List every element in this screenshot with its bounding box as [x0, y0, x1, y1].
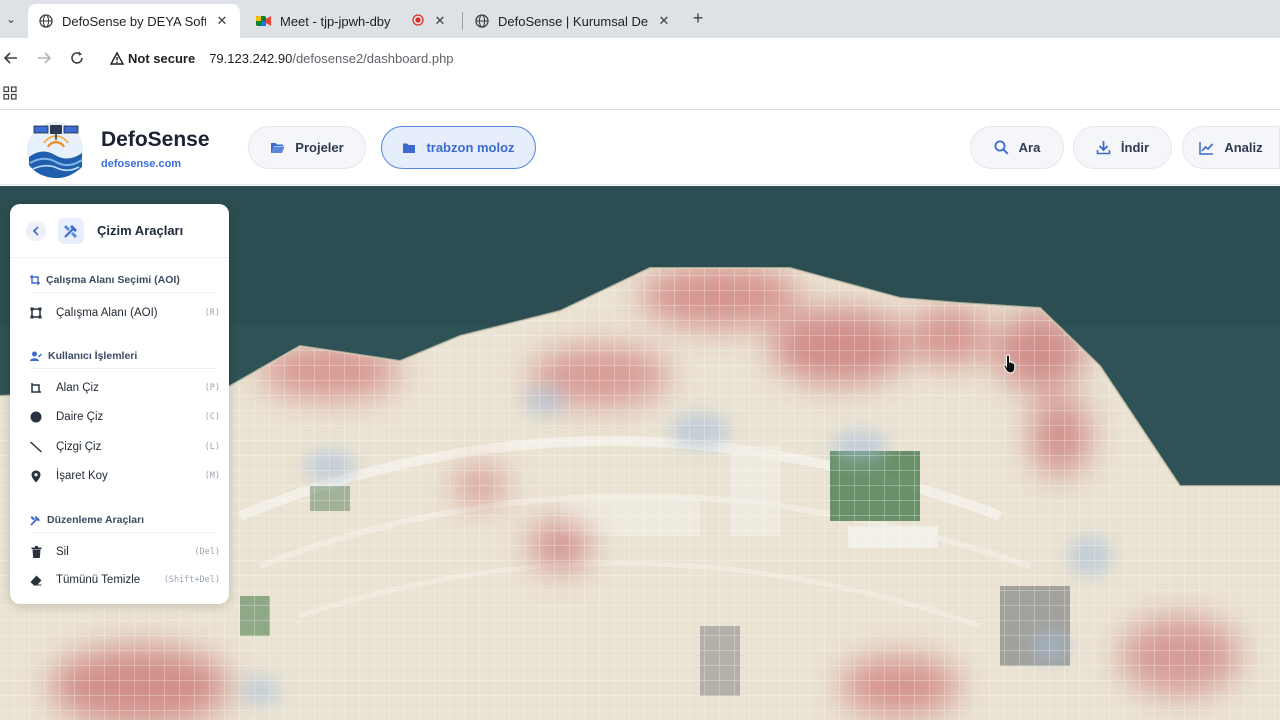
security-warning[interactable]: Not secure [110, 51, 195, 66]
recording-icon [412, 13, 424, 29]
url-path: /defosense2/dashboard.php [292, 50, 454, 66]
section-title-user: Kullanıcı İşlemleri [30, 350, 137, 362]
download-icon [1096, 141, 1111, 155]
tool-label: Daire Çiz [56, 411, 104, 423]
shortcut-key: (Shift+Del) [163, 575, 220, 585]
panel-header: Çizim Araçları [10, 204, 229, 256]
tool-draw-circle[interactable]: Daire Çiz (C) [28, 404, 220, 430]
download-label: İndir [1120, 140, 1150, 155]
tab-title: Meet - tjp-jpwh-dby [280, 13, 391, 29]
browser-tab-bar: ⌄ DefoSense by DEYA Soft ✕ Meet - tjp-jp… [0, 0, 1280, 38]
tool-label: Çalışma Alanı (AOI) [56, 307, 158, 319]
drawing-tools-icon [58, 218, 84, 244]
tool-aoi-select[interactable]: Çalışma Alanı (AOI) (R) [28, 300, 220, 326]
divider [30, 532, 216, 533]
eraser-icon [28, 572, 44, 588]
back-arrow-icon[interactable] [0, 47, 22, 69]
shortcut-key: (L) [204, 442, 220, 452]
folder-icon [403, 143, 416, 153]
shortcut-key: (Del) [194, 547, 220, 557]
shortcut-key: (C) [204, 412, 220, 422]
projects-label: Projeler [295, 140, 344, 155]
reload-icon[interactable] [66, 47, 88, 69]
tab-title: DefoSense by DEYA Soft [62, 13, 206, 29]
panel-title: Çizim Araçları [97, 223, 184, 238]
shortcut-key: (M) [204, 471, 220, 481]
close-icon[interactable]: ✕ [432, 13, 448, 29]
url-host: 79.123.242.90 [209, 50, 293, 66]
warning-icon [110, 51, 124, 65]
tab-separator [462, 12, 463, 30]
tab-title: DefoSense | Kurumsal De [498, 13, 648, 29]
address-bar[interactable]: Not secure 79.123.242.90/defosense2/dash… [100, 42, 1280, 74]
tool-label: Sil [56, 546, 69, 558]
shortcut-key: (R) [204, 308, 220, 318]
brand-url[interactable]: defosense.com [101, 158, 181, 170]
crop-icon [30, 275, 40, 285]
tool-label: Tümünü Temizle [56, 574, 141, 586]
tool-clear-all[interactable]: Tümünü Temizle (Shift+Del) [28, 567, 220, 593]
line-icon [28, 439, 44, 455]
current-project-button[interactable]: trabzon moloz [381, 126, 536, 169]
analysis-button[interactable]: Analiz [1182, 126, 1280, 169]
browser-toolbar: Not secure 79.123.242.90/defosense2/dash… [0, 38, 1280, 78]
tool-place-marker[interactable]: İşaret Koy (M) [28, 463, 220, 489]
download-button[interactable]: İndir [1073, 126, 1172, 169]
chart-line-icon [1199, 141, 1214, 155]
trash-icon [28, 544, 44, 560]
tool-draw-polygon[interactable]: Alan Çiz (P) [28, 375, 220, 401]
new-tab-plus-icon[interactable]: + [688, 8, 708, 28]
tool-label: İşaret Koy [56, 470, 108, 482]
polygon-icon [28, 380, 44, 396]
forward-arrow-icon[interactable] [33, 47, 55, 69]
brand-name: DefoSense [101, 128, 210, 151]
search-icon [994, 140, 1009, 155]
security-label: Not secure [128, 50, 196, 66]
current-project-label: trabzon moloz [426, 140, 515, 155]
hand-cursor-icon [1003, 354, 1019, 379]
drawing-tools-panel: Çizim Araçları Çalışma Alanı Seçimi (AOI… [10, 204, 229, 604]
tool-label: Çizgi Çiz [56, 441, 102, 453]
meet-icon [256, 13, 272, 29]
tools-icon [30, 515, 40, 526]
tool-delete[interactable]: Sil (Del) [28, 539, 220, 565]
analysis-label: Analiz [1224, 140, 1263, 155]
app-header: DefoSense defosense.com Projeler trabzon… [0, 111, 1280, 185]
section-title-edit: Düzenleme Araçları [30, 514, 144, 526]
search-button[interactable]: Ara [970, 126, 1064, 169]
projects-button[interactable]: Projeler [248, 126, 366, 169]
search-label: Ara [1018, 140, 1041, 155]
browser-tab-meet[interactable]: Meet - tjp-jpwh-dby ✕ [246, 4, 458, 38]
tool-label: Alan Çiz [56, 382, 99, 394]
chevron-left-icon[interactable] [26, 221, 46, 241]
browser-tab-defosense-kurumsal[interactable]: DefoSense | Kurumsal De ✕ [464, 4, 682, 38]
globe-icon [38, 13, 54, 29]
divider [30, 292, 216, 293]
user-edit-icon [30, 351, 42, 361]
close-icon[interactable]: ✕ [656, 13, 672, 29]
map-pin-icon [28, 468, 44, 484]
globe-icon [474, 13, 490, 29]
defosense-logo[interactable] [24, 117, 86, 179]
square-select-icon [28, 305, 44, 321]
divider [10, 257, 229, 258]
close-icon[interactable]: ✕ [214, 13, 230, 29]
tool-draw-line[interactable]: Çizgi Çiz (L) [28, 434, 220, 460]
shortcut-key: (P) [204, 383, 220, 393]
browser-tab-defosense[interactable]: DefoSense by DEYA Soft ✕ [28, 4, 240, 38]
folder-open-icon [271, 143, 285, 153]
tab-search-chevron-icon[interactable]: ⌄ [0, 6, 22, 32]
apps-grid-icon[interactable] [3, 86, 17, 105]
divider [30, 368, 216, 369]
section-title-aoi: Çalışma Alanı Seçimi (AOI) [30, 274, 180, 286]
bookmarks-bar [0, 78, 1280, 110]
circle-icon [28, 409, 44, 425]
